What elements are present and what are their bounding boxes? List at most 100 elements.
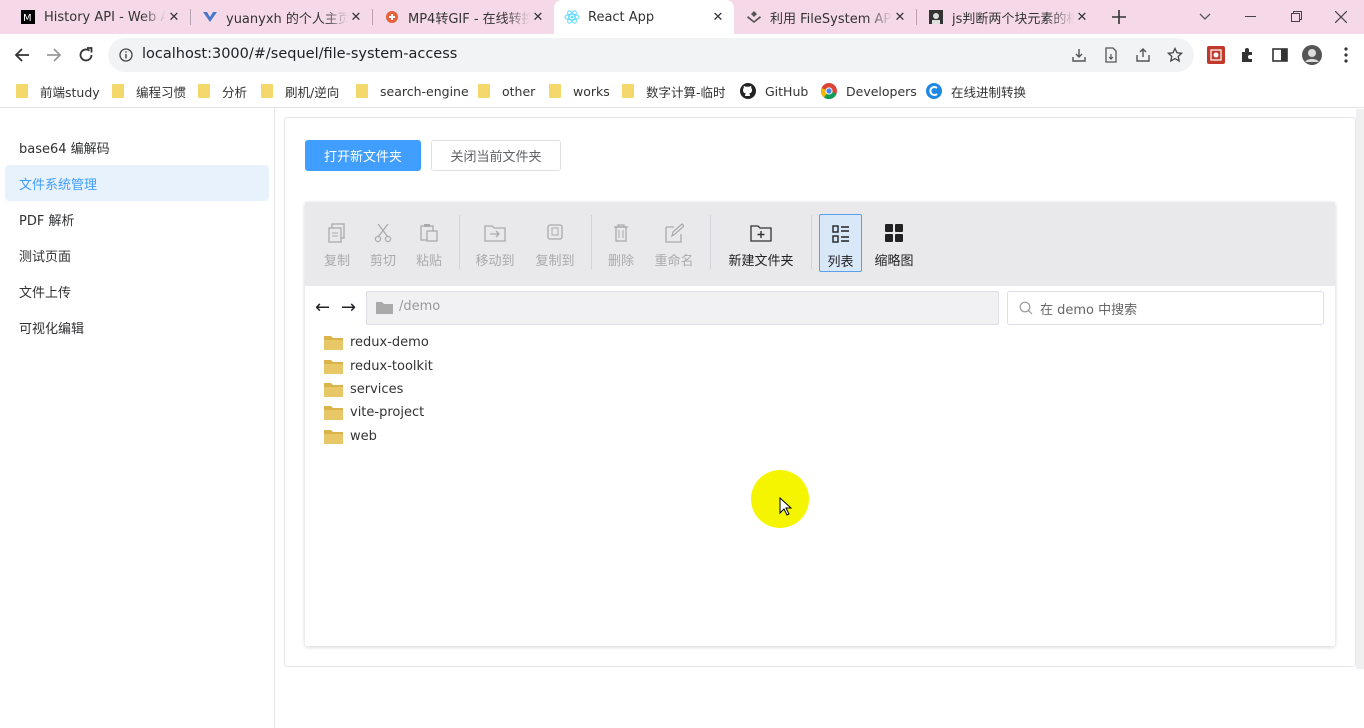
paste-button[interactable]: 粘贴: [409, 212, 449, 274]
site-icon: [202, 9, 218, 25]
bookmark-folder[interactable]: 编程习惯: [112, 81, 186, 101]
tab-title: 利用 FileSystem API: [770, 11, 892, 27]
forward-button[interactable]: [40, 42, 68, 68]
forward-arrow-icon[interactable]: →: [341, 297, 356, 318]
bookmark-label: 数字计算-临时: [646, 84, 726, 100]
browser-tab-filesystem-api[interactable]: 利用 FileSystem API ✕: [738, 0, 914, 34]
sidebar-item-visual-editor[interactable]: 可视化编辑: [5, 309, 269, 345]
scissors-icon: [374, 223, 392, 243]
bookmark-folder[interactable]: other: [478, 81, 535, 101]
bookmark-folder[interactable]: search-engine: [356, 81, 469, 101]
install-icon[interactable]: [1069, 45, 1089, 65]
github-icon: [740, 83, 756, 99]
browser-tab-js-block[interactable]: js判断两个块元素的相 ✕: [920, 0, 1096, 34]
list-view-icon: [831, 225, 849, 243]
reload-button[interactable]: [72, 42, 100, 68]
browser-tab-history-api[interactable]: M History API - Web API ✕: [12, 0, 188, 34]
close-folder-button[interactable]: 关闭当前文件夹: [431, 140, 561, 171]
browser-tab-react-app[interactable]: React App ✕: [554, 0, 734, 34]
list-view-button[interactable]: 列表: [819, 214, 862, 272]
sidebar-item-upload[interactable]: 文件上传: [5, 273, 269, 309]
back-arrow-icon[interactable]: ←: [315, 297, 330, 318]
bookmark-label: GitHub: [765, 83, 809, 99]
sidebar-item-test-page[interactable]: 测试页面: [5, 237, 269, 273]
restore-button[interactable]: [1274, 0, 1320, 34]
bookmark-github[interactable]: GitHub: [740, 81, 808, 101]
list-item[interactable]: services: [324, 378, 403, 400]
arrow-right-icon: [47, 48, 62, 62]
thumbnail-view-button[interactable]: 缩略图: [869, 212, 919, 274]
close-icon[interactable]: ✕: [166, 10, 182, 25]
browser-tab-personal-home[interactable]: yuanyxh 的个人主页 ✕: [194, 0, 370, 34]
convert-icon: [384, 9, 400, 25]
back-button[interactable]: [8, 42, 36, 68]
avatar-icon: [928, 9, 944, 25]
close-icon[interactable]: ✕: [1074, 10, 1090, 25]
bookmark-star-icon[interactable]: [1165, 45, 1185, 65]
list-item[interactable]: vite-project: [324, 401, 424, 423]
profile-avatar-icon[interactable]: [1302, 45, 1322, 65]
page-scrollbar[interactable]: [1356, 109, 1364, 669]
side-panel-icon[interactable]: [1270, 45, 1290, 65]
list-item[interactable]: redux-demo: [324, 331, 429, 353]
bookmark-folder[interactable]: 刷机/逆向: [261, 81, 339, 101]
bookmark-developers[interactable]: Developers: [821, 81, 917, 101]
close-window-button[interactable]: [1318, 0, 1364, 34]
close-icon[interactable]: ✕: [710, 10, 726, 25]
extension-red-icon[interactable]: [1206, 45, 1226, 65]
bookmark-folder[interactable]: 数字计算-临时: [622, 81, 726, 101]
bookmark-folder[interactable]: 前端study: [16, 81, 100, 101]
chrome-icon: [821, 83, 837, 99]
bookmark-label: 前端study: [40, 84, 100, 100]
extensions-puzzle-icon[interactable]: [1238, 45, 1258, 65]
sidebar-item-pdf[interactable]: PDF 解析: [5, 201, 269, 237]
rename-button[interactable]: 重命名: [649, 212, 699, 274]
react-icon: [564, 9, 580, 25]
sidebar-item-file-system[interactable]: 文件系统管理: [5, 165, 269, 201]
url-text[interactable]: localhost:3000/#/sequel/file-system-acce…: [142, 46, 457, 62]
bookmark-label: other: [502, 83, 536, 99]
sidebar-item-label: base64 编解码: [19, 141, 110, 157]
share-icon[interactable]: [1133, 45, 1153, 65]
cut-label: 剪切: [369, 254, 396, 269]
new-tab-button[interactable]: [1104, 0, 1134, 34]
list-item[interactable]: redux-toolkit: [324, 355, 433, 377]
sidebar-item-label: PDF 解析: [19, 213, 75, 229]
browser-tab-mp4-gif[interactable]: MP4转GIF - 在线转换 ✕: [376, 0, 552, 34]
folder-icon: [324, 404, 343, 420]
bookmark-label: 在线进制转换: [951, 84, 1027, 100]
search-icon: [1019, 301, 1033, 315]
folder-plus-icon: [750, 225, 772, 242]
menu-kebab-icon[interactable]: [1336, 45, 1356, 65]
site-info-icon[interactable]: [116, 45, 136, 65]
sidebar-item-base64[interactable]: base64 编解码: [5, 129, 269, 165]
copy-icon: [328, 223, 345, 243]
copy-button[interactable]: 复制: [317, 212, 357, 274]
file-name: redux-demo: [350, 334, 429, 350]
delete-button[interactable]: 删除: [601, 212, 641, 274]
close-icon[interactable]: ✕: [348, 10, 364, 25]
bookmark-folder[interactable]: 分析: [198, 81, 247, 101]
path-bar[interactable]: [366, 291, 999, 325]
move-folder-icon: [484, 225, 506, 242]
cut-button[interactable]: 剪切: [363, 212, 403, 274]
restore-icon: [1291, 11, 1302, 22]
move-to-button[interactable]: 移动到: [470, 212, 520, 274]
close-icon[interactable]: ✕: [530, 10, 546, 25]
open-folder-button[interactable]: 打开新文件夹: [305, 140, 421, 171]
copy-to-button[interactable]: 复制到: [530, 212, 580, 274]
bookmark-label: 刷机/逆向: [285, 84, 340, 100]
bookmark-folder[interactable]: works: [549, 81, 610, 101]
rename-label: 重命名: [654, 254, 694, 269]
close-icon: [1335, 11, 1347, 23]
sidebar-item-label: 文件上传: [19, 285, 72, 301]
list-item[interactable]: web: [324, 425, 377, 447]
bookmark-converter[interactable]: 在线进制转换: [926, 81, 1026, 101]
tab-search-button[interactable]: [1182, 0, 1228, 34]
close-icon[interactable]: ✕: [892, 10, 908, 25]
new-folder-button[interactable]: 新建文件夹: [722, 212, 800, 274]
folder-icon: [112, 84, 124, 98]
minimize-button[interactable]: [1228, 0, 1274, 34]
reading-icon[interactable]: [1101, 45, 1121, 65]
folder-icon: [198, 84, 210, 98]
